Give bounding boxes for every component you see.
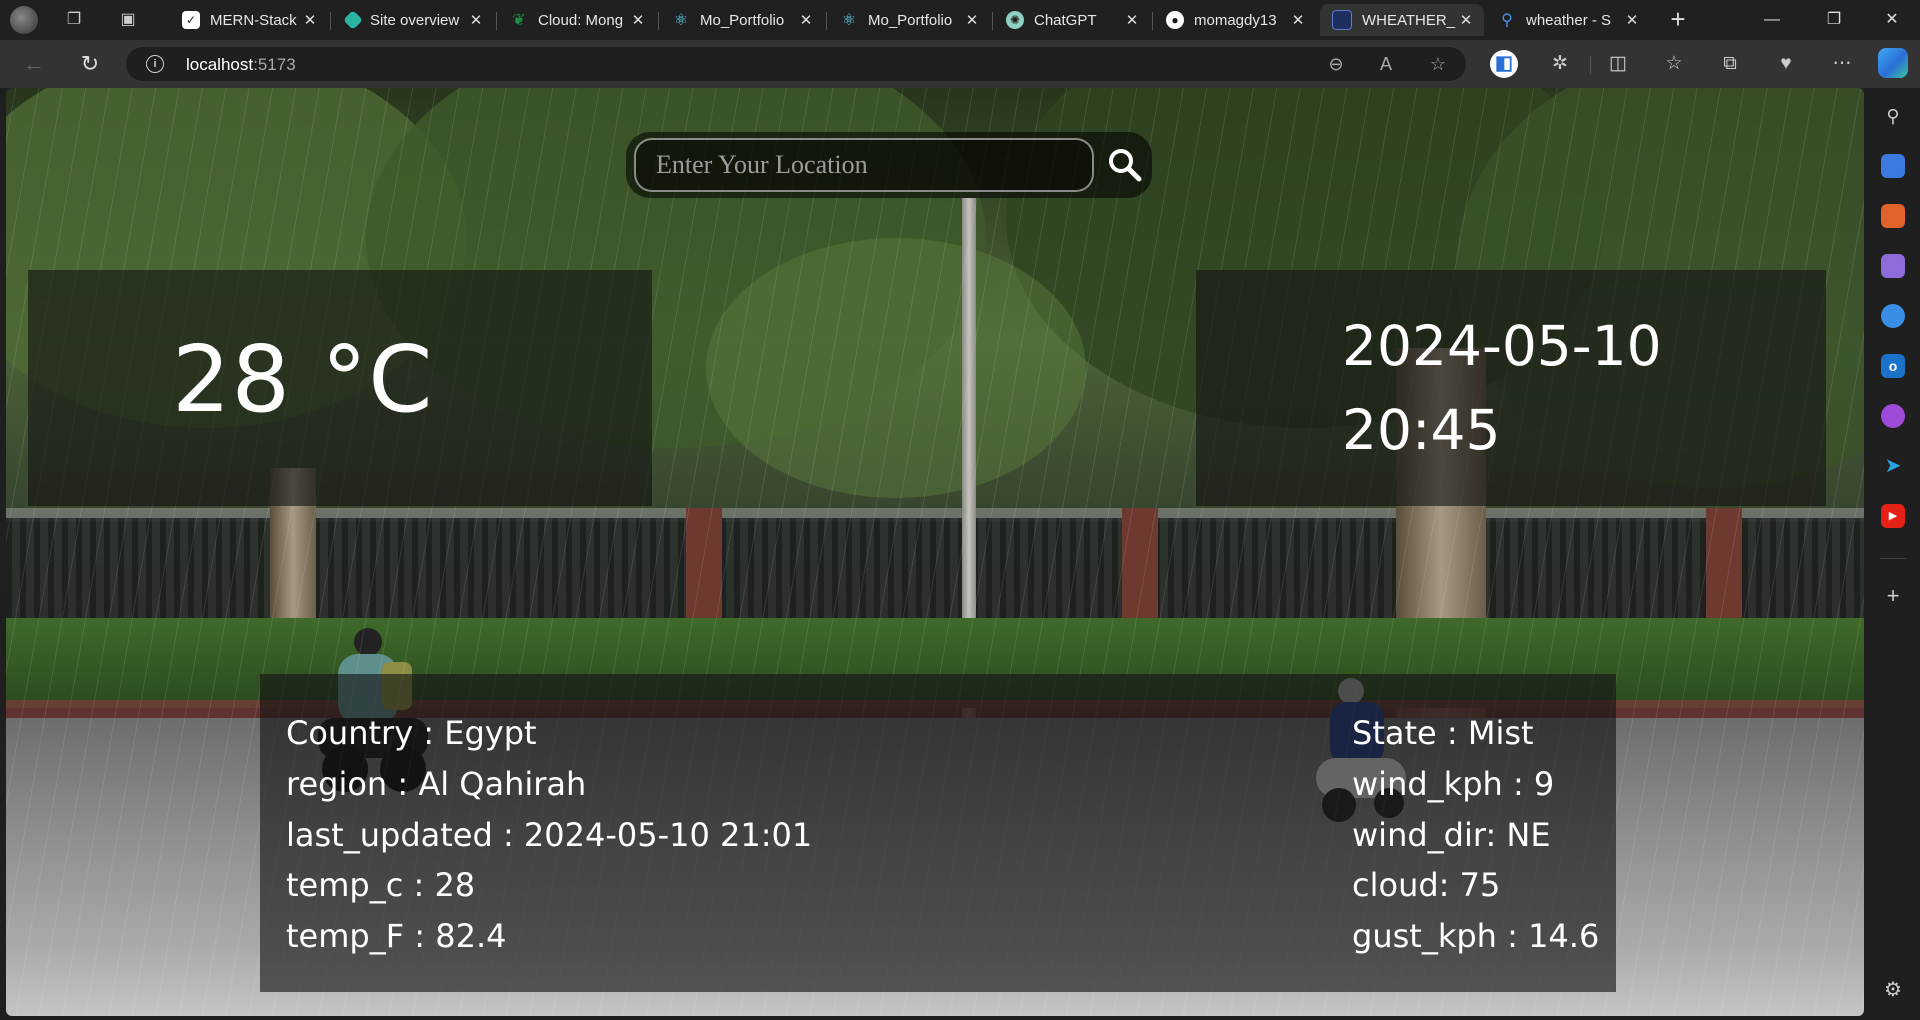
- tab-3[interactable]: ❦ Cloud: Mong ✕: [498, 4, 656, 36]
- wind-kph-line: wind_kph : 9: [1352, 765, 1555, 803]
- zoom-out-icon[interactable]: ⊖: [1324, 52, 1348, 76]
- url-host: localhost: [186, 55, 254, 74]
- add-sidebar-icon[interactable]: +: [1881, 584, 1905, 608]
- extensions-icon[interactable]: ✲: [1546, 50, 1574, 78]
- search-icon: [1109, 149, 1142, 182]
- temperature-card: 28 °C: [28, 270, 652, 506]
- temp-c-line: temp_c : 28: [286, 866, 476, 904]
- close-tab-icon[interactable]: ✕: [300, 11, 320, 29]
- weather-details-card: Country : Egypt region : Al Qahirah last…: [260, 674, 1616, 992]
- wind-dir-line: wind_dir: NE: [1352, 816, 1551, 854]
- microsoft-365-icon[interactable]: [1881, 304, 1905, 328]
- search-button[interactable]: [1104, 144, 1146, 186]
- close-tab-icon[interactable]: ✕: [1122, 11, 1142, 29]
- close-tab-icon[interactable]: ✕: [796, 11, 816, 29]
- tab-title: Site overview: [370, 11, 460, 29]
- tab-7[interactable]: ● momagdy13 ✕: [1154, 4, 1316, 36]
- date-value: 2024-05-10: [1342, 314, 1662, 378]
- extension-active-icon[interactable]: ◧: [1490, 50, 1518, 78]
- close-tab-icon[interactable]: ✕: [1456, 11, 1476, 29]
- datetime-card: 2024-05-10 20:45: [1196, 270, 1826, 506]
- restore-icon[interactable]: ❐: [1814, 6, 1854, 34]
- settings-gear-icon[interactable]: ⚙: [1881, 978, 1905, 1002]
- search-icon: ⚲: [1501, 12, 1513, 29]
- tab-5[interactable]: ⚛ Mo_Portfolio ✕: [828, 4, 990, 36]
- close-tab-icon[interactable]: ✕: [1622, 11, 1642, 29]
- tab-title: Mo_Portfolio: [868, 11, 953, 29]
- tab-9[interactable]: ⚲ wheather - S ✕: [1486, 4, 1650, 36]
- more-menu-icon[interactable]: ⋯: [1828, 50, 1856, 78]
- favorite-star-icon[interactable]: ☆: [1426, 52, 1450, 76]
- site-info-icon[interactable]: i: [146, 55, 164, 73]
- address-bar[interactable]: i localhost:5173 ⊖ A ☆: [126, 47, 1466, 81]
- tab-1[interactable]: ✓ MERN-Stack ✕: [170, 4, 328, 36]
- url-port: :5173: [253, 55, 296, 74]
- search-bar: [626, 132, 1152, 198]
- tab-title: Cloud: Mong: [538, 11, 624, 29]
- country-line: Country : Egypt: [286, 714, 537, 752]
- workspaces-icon[interactable]: ❐: [64, 10, 84, 30]
- designer-icon[interactable]: [1881, 404, 1905, 428]
- react-icon: ⚛: [841, 12, 857, 29]
- close-tab-icon[interactable]: ✕: [466, 11, 486, 29]
- cloud-line: cloud: 75: [1352, 866, 1501, 904]
- tab-title: MERN-Stack: [210, 11, 297, 29]
- vertical-tabs-icon[interactable]: ▣: [118, 10, 138, 30]
- app-thumbnail-icon: [1332, 10, 1352, 30]
- back-arrow-icon[interactable]: ←: [20, 50, 48, 78]
- time-value: 20:45: [1342, 398, 1501, 462]
- new-tab-button[interactable]: +: [1664, 6, 1692, 34]
- tab-title: ChatGPT: [1034, 11, 1097, 29]
- page-viewport: 28 °C 2024-05-10 20:45 Country : Egypt r…: [6, 88, 1864, 1016]
- browser-essentials-icon[interactable]: ♥: [1772, 50, 1800, 78]
- react-icon: ⚛: [673, 12, 689, 29]
- tab-8[interactable]: WHEATHER_ ✕: [1320, 4, 1484, 36]
- close-tab-icon[interactable]: ✕: [962, 11, 982, 29]
- state-line: State : Mist: [1352, 714, 1534, 752]
- close-window-icon[interactable]: ✕: [1872, 6, 1912, 34]
- shopping-tag-icon[interactable]: [1881, 154, 1905, 178]
- tab-title: momagdy13: [1194, 11, 1277, 29]
- outlook-icon[interactable]: o: [1881, 354, 1905, 378]
- tab-6[interactable]: ✺ ChatGPT ✕: [994, 4, 1150, 36]
- tab-4[interactable]: ⚛ Mo_Portfolio ✕: [660, 4, 824, 36]
- tab-title: Mo_Portfolio: [700, 11, 785, 29]
- tab-strip: ❐ ▣ ✓ MERN-Stack ✕ Site overview ✕ ❦ Clo…: [0, 0, 1920, 40]
- netlify-icon: [343, 10, 363, 30]
- tools-icon[interactable]: [1881, 204, 1905, 228]
- edge-sidebar: ⚲ o ➤ ▶ + ⚙: [1866, 88, 1920, 1020]
- tab-2[interactable]: Site overview ✕: [332, 4, 494, 36]
- read-aloud-icon[interactable]: A: [1374, 52, 1398, 76]
- navigation-bar: ← ↻ i localhost:5173 ⊖ A ☆ ◧ ✲ ◫ ☆ ⧉ ♥ ⋯: [0, 40, 1920, 88]
- youtube-icon[interactable]: ▶: [1881, 504, 1905, 528]
- refresh-icon[interactable]: ↻: [76, 50, 104, 78]
- check-doc-icon: ✓: [182, 11, 200, 29]
- region-line: region : Al Qahirah: [286, 765, 587, 803]
- last-updated-line: last_updated : 2024-05-10 21:01: [286, 816, 813, 854]
- close-tab-icon[interactable]: ✕: [1288, 11, 1308, 29]
- collections-icon[interactable]: ⧉: [1716, 50, 1744, 78]
- mongodb-leaf-icon: ❦: [512, 12, 526, 29]
- minimize-icon[interactable]: —: [1752, 6, 1792, 34]
- temperature-value: 28 °C: [172, 326, 434, 433]
- temp-f-line: temp_F : 82.4: [286, 917, 507, 955]
- profile-avatar[interactable]: [10, 6, 38, 34]
- chatgpt-icon: ✺: [1006, 11, 1024, 29]
- games-icon[interactable]: [1881, 254, 1905, 278]
- location-search-input[interactable]: [634, 138, 1094, 192]
- tab-title: wheather - S: [1526, 11, 1612, 29]
- gust-kph-line: gust_kph : 14.6: [1352, 917, 1600, 955]
- github-icon: ●: [1166, 11, 1184, 29]
- search-icon[interactable]: ⚲: [1881, 104, 1905, 128]
- copilot-icon[interactable]: [1878, 48, 1908, 78]
- close-tab-icon[interactable]: ✕: [628, 11, 648, 29]
- url-text[interactable]: localhost:5173: [186, 55, 296, 75]
- favorites-icon[interactable]: ☆: [1660, 50, 1688, 78]
- telegram-icon[interactable]: ➤: [1881, 454, 1905, 478]
- split-screen-icon[interactable]: ◫: [1604, 50, 1632, 78]
- tab-title: WHEATHER_: [1362, 11, 1456, 29]
